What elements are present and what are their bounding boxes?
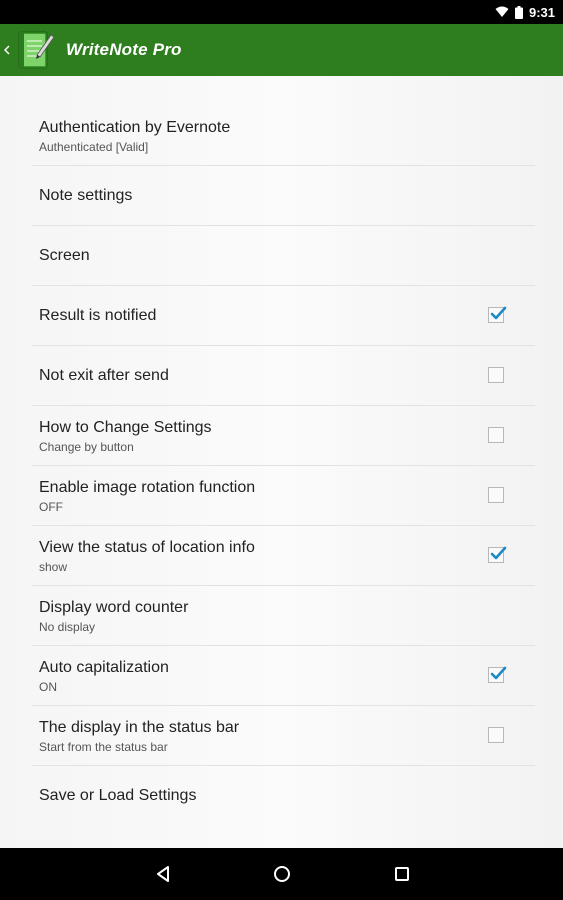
setting-summary: Change by button xyxy=(39,440,134,454)
wifi-icon xyxy=(495,6,509,18)
setting-title: Authentication by Evernote xyxy=(39,119,231,136)
status-time: 9:31 xyxy=(528,4,555,20)
checkbox-unchecked[interactable] xyxy=(488,487,504,503)
setting-summary: show xyxy=(39,560,68,574)
checkbox-unchecked[interactable] xyxy=(488,367,504,383)
action-bar: WriteNote Pro xyxy=(0,24,563,76)
checkbox-checked[interactable] xyxy=(488,666,507,683)
checkmark-icon xyxy=(490,666,507,680)
settings-row[interactable]: Auto capitalization ON xyxy=(32,646,535,706)
status-bar: 9:31 xyxy=(0,0,563,24)
setting-summary: ON xyxy=(39,680,57,694)
checkmark-icon xyxy=(490,306,507,320)
setting-title: The display in the status bar xyxy=(39,719,240,736)
setting-title: Display word counter xyxy=(39,599,189,616)
setting-title: Auto capitalization xyxy=(39,659,169,676)
setting-summary: Start from the status bar xyxy=(39,740,168,754)
settings-row[interactable]: Enable image rotation function OFF xyxy=(32,466,535,526)
setting-title: View the status of location info xyxy=(39,539,255,556)
app-notebook-icon[interactable] xyxy=(14,28,56,72)
status-icons: 9:31 xyxy=(495,0,555,24)
checkbox-checked[interactable] xyxy=(488,306,507,323)
setting-title: Not exit after send xyxy=(39,367,169,384)
settings-row[interactable]: Not exit after send xyxy=(32,346,535,406)
app-title: WriteNote Pro xyxy=(66,40,182,59)
settings-list: Authentication by Evernote Authenticated … xyxy=(32,106,535,826)
settings-row[interactable]: View the status of location info show xyxy=(32,526,535,586)
setting-summary: OFF xyxy=(39,500,63,514)
settings-row[interactable]: Authentication by Evernote Authenticated … xyxy=(32,106,535,166)
battery-icon xyxy=(514,5,523,19)
setting-title: How to Change Settings xyxy=(39,419,212,436)
setting-summary: No display xyxy=(39,620,96,634)
settings-row[interactable]: The display in the status bar Start from … xyxy=(32,706,535,766)
navigation-bar xyxy=(0,848,563,900)
checkbox-unchecked[interactable] xyxy=(488,727,504,743)
settings-row[interactable]: How to Change Settings Change by button xyxy=(32,406,535,466)
setting-title: Result is notified xyxy=(39,307,157,324)
back-icon[interactable] xyxy=(151,862,175,886)
setting-title: Screen xyxy=(39,247,90,264)
settings-row[interactable]: Note settings xyxy=(32,166,535,226)
up-chevron-icon[interactable] xyxy=(2,24,12,76)
settings-row[interactable]: Screen xyxy=(32,226,535,286)
setting-title: Save or Load Settings xyxy=(39,787,197,804)
settings-row[interactable]: Save or Load Settings xyxy=(32,766,535,826)
checkbox-checked[interactable] xyxy=(488,546,507,563)
setting-title: Note settings xyxy=(39,187,133,204)
setting-title: Enable image rotation function xyxy=(39,479,256,496)
home-icon[interactable] xyxy=(270,862,294,886)
settings-row[interactable]: Result is notified xyxy=(32,286,535,346)
settings-screen: Authentication by Evernote Authenticated … xyxy=(0,76,563,848)
recents-icon[interactable] xyxy=(390,862,414,886)
checkbox-unchecked[interactable] xyxy=(488,427,504,443)
settings-row[interactable]: Display word counter No display xyxy=(32,586,535,646)
checkmark-icon xyxy=(490,546,507,560)
setting-summary: Authenticated [Valid] xyxy=(39,140,149,154)
